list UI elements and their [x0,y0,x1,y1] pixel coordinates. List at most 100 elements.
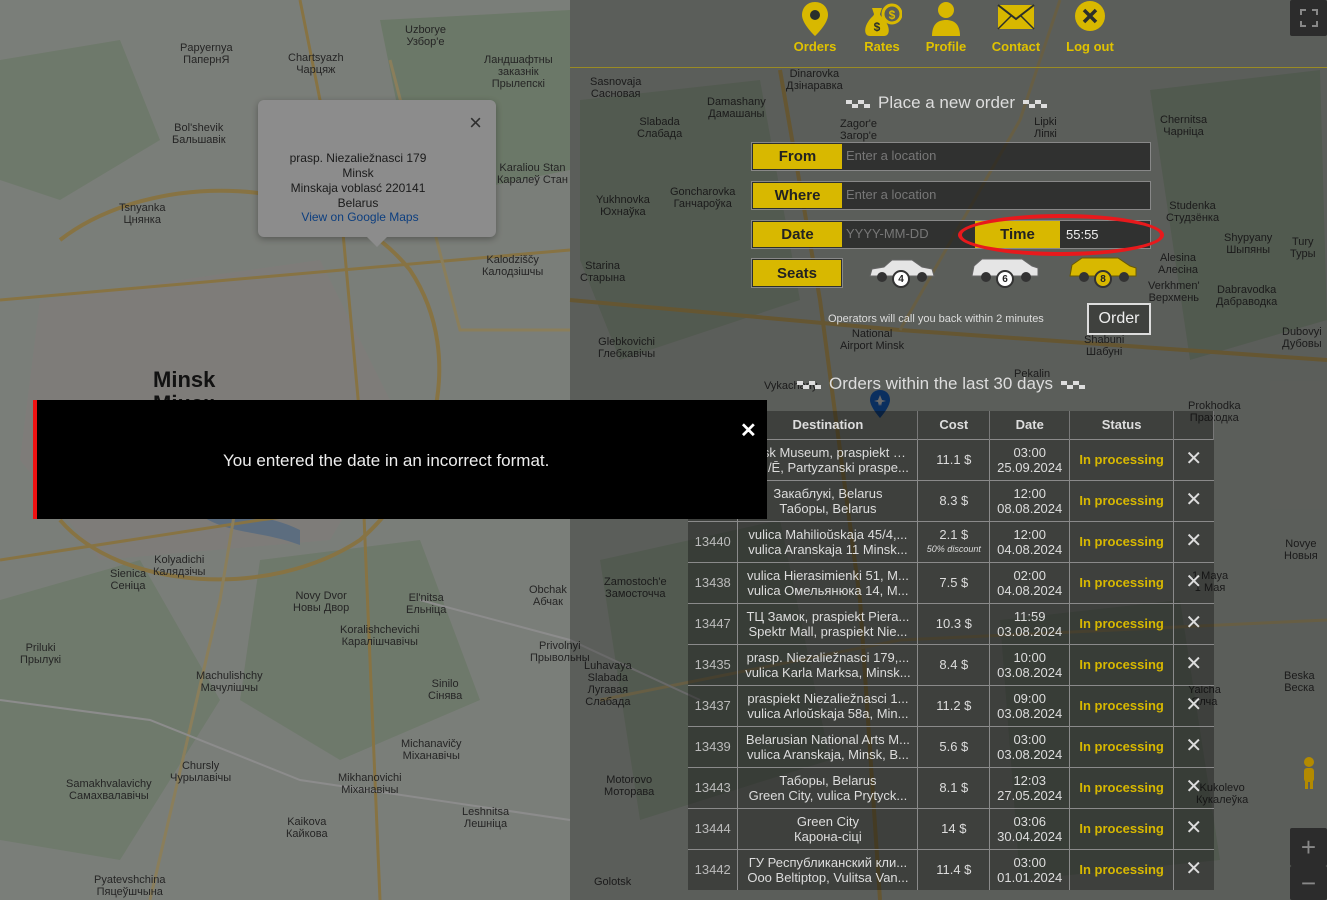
order-cost: 7.5 $ [917,561,991,603]
destination-from: ТЦ Замок, praspiekt Piera... [746,608,910,624]
zoom-in-icon[interactable]: + [1290,828,1327,866]
order-time: 03:00 [1013,444,1046,460]
order-date: 03:00 25.09.2024 [989,438,1071,480]
nav-orders[interactable]: Orders [780,0,850,54]
zoom-out-icon[interactable]: − [1290,866,1327,900]
order-cost: 11.1 $ [917,438,991,480]
order-destination: Green City Карона-сіці [737,807,919,849]
order-cost: 2.1 $50% discount [917,520,991,562]
destination-to: Таборы, Belarus [779,500,877,516]
order-day: 01.01.2024 [997,869,1063,885]
money-bag-icon: $ $ [865,3,902,36]
order-form-title-text: Place a new order [878,93,1016,112]
where-field[interactable]: Where Enter a location [751,181,1151,210]
destination-from: Закаблукі, Belarus [773,485,883,501]
order-cost: 8.4 $ [917,643,991,685]
table-row: 13442 ГУ Республиканский кли... Ooo Beltip… [688,848,1214,890]
seat-count-badge: 4 [892,270,910,288]
column-header-delete [1173,411,1214,439]
order-day: 27.05.2024 [997,787,1063,803]
column-header: Cost [917,411,991,439]
order-form-title: Place a new order [838,93,1055,113]
order-number: 13447 [688,602,739,644]
nav-logout[interactable]: Log out [1055,0,1125,54]
order-day: 03.08.2024 [997,705,1063,721]
destination-to: Карона-сіці [794,828,862,844]
cost-value: 11.2 $ [936,698,972,713]
order-button[interactable]: Order [1087,303,1151,335]
seat-option-8[interactable]: 8 [1068,256,1138,290]
nav-label: Contact [991,39,1041,54]
cancel-order-icon[interactable]: ✕ [1173,643,1214,685]
cancel-order-icon[interactable]: ✕ [1173,807,1214,849]
nav-label: Orders [793,39,837,54]
destination-to: vulica Омельянюка 14, M... [747,582,909,598]
cancel-order-icon[interactable]: ✕ [1173,561,1214,603]
nav-profile[interactable]: Profile [911,0,981,54]
order-time: 12:03 [1013,772,1046,788]
order-cost: 8.3 $ [917,479,991,521]
street-view-pegman-icon[interactable] [1290,752,1327,794]
destination-from: Green City [796,813,859,829]
status-badge: In processing [1069,807,1175,849]
table-row: 13444 Green City Карона-сіці 14 $03:06 30.04… [688,807,1214,849]
where-label: Where [753,183,842,208]
status-badge: In processing [1069,479,1175,521]
order-time: 02:00 [1013,567,1046,583]
order-day: 04.08.2024 [997,582,1063,598]
svg-text:$: $ [889,8,896,22]
seat-option-6[interactable]: 6 [970,256,1040,290]
cancel-order-icon[interactable]: ✕ [1173,684,1214,726]
cost-value: 8.4 $ [939,657,969,672]
order-destination: prasp. Niezaliežnasci 179,... vulica Karl… [737,643,919,685]
status-badge: In processing [1069,438,1175,480]
nav-contact[interactable]: Contact [981,0,1051,54]
order-number: 13442 [688,848,739,890]
table-row: 13443 Таборы, Belarus Green City, vulica P… [688,766,1214,808]
checker-icon [1060,380,1085,389]
svg-text:$: $ [874,20,881,34]
order-number: 13440 [688,520,739,562]
toast-close-icon[interactable]: ✕ [740,418,757,443]
table-row: 13447 ТЦ Замок, praspiekt Piera... Spektr … [688,602,1214,644]
cancel-order-icon[interactable]: ✕ [1173,479,1214,521]
cost-value: 7.5 $ [939,575,969,590]
seats-field: Seats [751,258,843,288]
order-number: 13444 [688,807,739,849]
cost-value: 8.3 $ [939,493,969,508]
cancel-order-icon[interactable]: ✕ [1173,766,1214,808]
where-input[interactable]: Enter a location [846,187,936,202]
seat-option-4[interactable]: 4 [866,256,936,290]
discount-note: 50% discount [926,543,981,554]
cancel-order-icon[interactable]: ✕ [1173,725,1214,767]
order-date: 12:03 27.05.2024 [989,766,1071,808]
date-input[interactable]: YYYY-MM-DD [846,226,929,241]
order-time: 03:00 [1013,731,1046,747]
cost-value: 14 $ [941,821,967,836]
nav-label: Profile [925,39,967,54]
from-input[interactable]: Enter a location [846,148,936,163]
order-date: 03:00 03.08.2024 [989,725,1071,767]
checker-icon [797,380,821,389]
nav-label: Rates [864,39,900,54]
status-badge: In processing [1069,643,1175,685]
destination-to: vulica Arloŭskaja 58a, Min... [747,705,909,721]
cancel-order-icon[interactable]: ✕ [1173,438,1214,480]
logout-x-icon [1075,1,1105,31]
order-cost: 8.1 $ [917,766,991,808]
from-field[interactable]: From Enter a location [751,142,1151,171]
order-day: 30.04.2024 [997,828,1063,844]
error-toast: You entered the date in an incorrect for… [33,400,767,519]
destination-from: Minsk Museum, praspiekt Ni... [741,444,914,460]
table-row: 13435 prasp. Niezaliežnasci 179,... vulica… [688,643,1214,685]
cancel-order-icon[interactable]: ✕ [1173,520,1214,562]
error-message: You entered the date in an incorrect for… [223,451,550,470]
nav-rates[interactable]: $ $ Rates [847,0,917,54]
destination-to: vulica Aranskaja 11 Minsk... [748,541,908,557]
order-date: 03:06 30.04.2024 [989,807,1071,849]
orders-title: Orders within the last 30 days [789,374,1093,394]
seat-count-badge: 6 [996,270,1014,288]
cancel-order-icon[interactable]: ✕ [1173,602,1214,644]
cancel-order-icon[interactable]: ✕ [1173,848,1214,890]
order-day: 08.08.2024 [997,500,1063,516]
